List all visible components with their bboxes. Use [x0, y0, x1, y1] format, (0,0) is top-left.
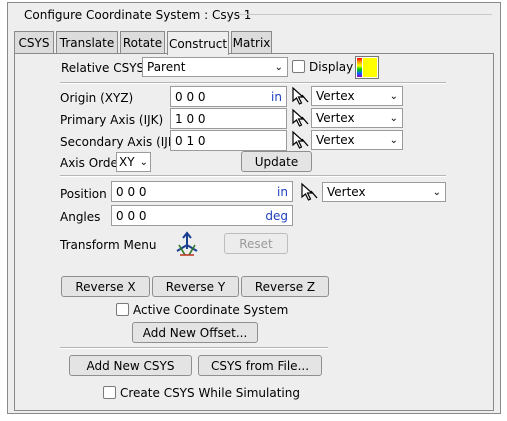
- reset-button[interactable]: Reset: [224, 233, 288, 254]
- rainbow-icon: [357, 58, 362, 77]
- primary-pick-value: Vertex: [316, 111, 355, 125]
- csys-from-file-button[interactable]: CSYS from File...: [198, 355, 322, 376]
- divider-highlight: [60, 176, 446, 177]
- active-cs-label: Active Coordinate System: [133, 303, 289, 317]
- position-value: 0 0 0: [116, 184, 147, 199]
- create-while-simulating-checkbox[interactable]: [103, 386, 116, 399]
- primary-axis-field[interactable]: 1 0 0: [170, 108, 287, 129]
- color-swatch: [363, 58, 377, 77]
- display-checkbox[interactable]: [292, 60, 305, 73]
- primary-axis-label: Primary Axis (IJK): [60, 113, 164, 127]
- transform-icon[interactable]: [174, 231, 200, 257]
- axis-order-label: Axis Order: [60, 156, 123, 170]
- position-field[interactable]: 0 0 0 in: [111, 181, 293, 202]
- chevron-down-icon: ⌄: [389, 90, 398, 102]
- divider-highlight: [60, 83, 446, 84]
- tab-translate[interactable]: Translate: [56, 31, 118, 54]
- secondary-pick-select[interactable]: Vertex ⌄: [311, 130, 403, 150]
- reverse-y-button[interactable]: Reverse Y: [152, 276, 239, 297]
- angles-value: 0 0 0: [116, 208, 147, 223]
- active-cs-checkbox[interactable]: [116, 303, 129, 316]
- angles-unit: deg: [265, 208, 288, 223]
- tab-matrix[interactable]: Matrix: [231, 31, 272, 54]
- window-title: Configure Coordinate System : Csys 1: [24, 8, 252, 22]
- axis-order-select[interactable]: XY ⌄: [116, 152, 151, 172]
- reverse-z-button[interactable]: Reverse Z: [241, 276, 329, 297]
- update-button[interactable]: Update: [241, 151, 312, 172]
- pick-cursor-icon[interactable]: [290, 86, 310, 106]
- display-label: Display: [309, 60, 354, 74]
- chevron-down-icon: ⌄: [389, 112, 398, 124]
- chevron-down-icon: ⌄: [139, 156, 148, 168]
- divider-highlight: [60, 348, 328, 349]
- chevron-down-icon: ⌄: [274, 61, 283, 73]
- tab-rotate[interactable]: Rotate: [120, 31, 165, 54]
- title-divider: [238, 14, 492, 15]
- relative-csys-value: Parent: [147, 60, 186, 74]
- relative-csys-select[interactable]: Parent ⌄: [142, 57, 288, 77]
- relative-csys-label: Relative CSYS: [61, 61, 145, 75]
- pick-cursor-icon[interactable]: [290, 130, 310, 150]
- color-swatch-button[interactable]: [355, 56, 379, 79]
- tab-construct[interactable]: Construct: [167, 31, 229, 55]
- origin-field[interactable]: 0 0 0 in: [170, 86, 287, 107]
- position-unit: in: [277, 184, 288, 199]
- chevron-down-icon: ⌄: [389, 134, 398, 146]
- secondary-pick-value: Vertex: [316, 133, 355, 147]
- position-pick-value: Vertex: [327, 185, 366, 199]
- origin-pick-value: Vertex: [316, 89, 355, 103]
- create-while-simulating-label: Create CSYS While Simulating: [120, 386, 300, 400]
- origin-pick-select[interactable]: Vertex ⌄: [311, 86, 403, 106]
- angles-field[interactable]: 0 0 0 deg: [111, 205, 293, 226]
- pick-cursor-icon[interactable]: [290, 108, 310, 128]
- origin-unit: in: [271, 89, 282, 104]
- pick-cursor-icon[interactable]: [299, 182, 319, 202]
- tab-csys[interactable]: CSYS: [14, 31, 54, 54]
- position-label: Position: [60, 187, 107, 201]
- chevron-down-icon: ⌄: [432, 186, 441, 198]
- transform-menu-label: Transform Menu: [60, 238, 157, 252]
- position-pick-select[interactable]: Vertex ⌄: [322, 182, 446, 202]
- secondary-axis-label: Secondary Axis (IJK): [60, 135, 181, 149]
- secondary-axis-field[interactable]: 0 1 0: [170, 130, 287, 151]
- angles-label: Angles: [60, 210, 101, 224]
- origin-value: 0 0 0: [175, 89, 206, 104]
- reverse-x-button[interactable]: Reverse X: [61, 276, 150, 297]
- primary-pick-select[interactable]: Vertex ⌄: [311, 108, 403, 128]
- origin-label: Origin (XYZ): [60, 91, 134, 105]
- primary-axis-value: 1 0 0: [175, 111, 206, 126]
- secondary-axis-value: 0 1 0: [175, 133, 206, 148]
- axis-order-value: XY: [119, 155, 135, 169]
- add-new-offset-button[interactable]: Add New Offset...: [132, 322, 258, 343]
- add-new-csys-button[interactable]: Add New CSYS: [69, 355, 192, 376]
